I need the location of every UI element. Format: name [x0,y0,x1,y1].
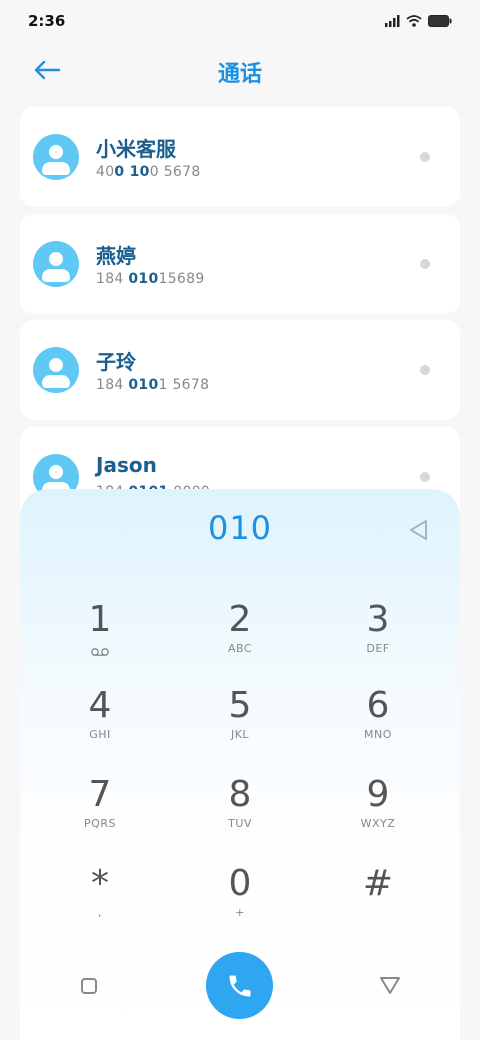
dial-display: 010 [207,509,273,547]
key-digit: 9 [366,774,390,815]
key-digit: 0 [228,863,252,904]
key-4[interactable]: 4 GHI [40,685,160,759]
key-letters: PQRS [84,817,116,830]
key-2[interactable]: 2 ABC [180,599,300,673]
key-letters: , [98,906,102,919]
collapse-dialpad-button[interactable] [378,974,402,996]
contact-number: 184 0101 5678 [96,377,210,393]
key-7[interactable]: 7 PQRS [40,774,160,848]
key-digit: 7 [88,774,112,815]
key-digit: 2 [228,599,252,640]
more-dot-icon[interactable] [420,365,430,375]
key-5[interactable]: 5 JKL [180,685,300,759]
contact-name: 子玲 [96,350,136,374]
key-letters: MNO [364,728,392,741]
key-digit: 4 [88,685,112,726]
header: 通话 [0,46,480,94]
battery-icon [428,15,452,27]
key-9[interactable]: 9 WXYZ [318,774,438,848]
key-letters: ABC [227,642,253,655]
key-letters: DEF [366,642,390,655]
contact-name: Jason [96,453,157,477]
backspace-icon [410,520,427,540]
avatar-icon [33,241,79,287]
square-icon [81,978,97,994]
key-6[interactable]: 6 MNO [318,685,438,759]
key-star[interactable]: * , [40,863,160,937]
key-letters: JKL [230,728,250,741]
dialpad: 010 1 2 ABC 3 DEF 4 GHI 5 JKL 6 MNO 7 PQ… [20,489,460,1040]
phone-icon [229,975,250,996]
key-digit: * [91,863,109,904]
more-dot-icon[interactable] [420,259,430,269]
contact-number: 184 01015689 [96,271,205,287]
key-digit: 6 [366,685,390,726]
key-letters: TUV [228,817,252,830]
key-1[interactable]: 1 [40,599,160,673]
key-digit: 5 [228,685,252,726]
key-8[interactable]: 8 TUV [180,774,300,848]
key-hash[interactable]: # [318,863,438,937]
contact-name: 燕婷 [96,244,136,268]
square-nav-button[interactable] [78,975,100,997]
signal-icon [385,15,400,27]
key-digit: # [362,863,394,904]
avatar-icon [33,347,79,393]
more-dot-icon[interactable] [420,472,430,482]
key-3[interactable]: 3 DEF [318,599,438,673]
avatar-icon [33,134,79,180]
contact-item[interactable]: 小米客服 400 100 5678 [20,107,460,207]
contact-name: 小米客服 [96,137,176,161]
contact-number: 400 100 5678 [96,164,201,180]
key-letters: WXYZ [360,817,396,830]
key-letters: GHI [89,728,111,741]
contact-item[interactable]: 燕婷 184 01015689 [20,214,460,314]
status-time: 2:36 [28,12,66,30]
wifi-icon [406,15,422,27]
status-bar: 2:36 [0,0,480,42]
contact-item[interactable]: 子玲 184 0101 5678 [20,320,460,420]
call-button[interactable] [206,952,273,1019]
key-digit: 1 [88,599,112,640]
page-title: 通话 [217,62,262,87]
key-letters: + [235,906,245,919]
triangle-down-icon [380,977,400,994]
voicemail-icon [40,643,160,657]
key-digit: 8 [228,774,252,815]
key-digit: 3 [366,599,390,640]
key-0[interactable]: 0 + [180,863,300,937]
delete-button[interactable] [406,517,432,543]
status-icons [385,15,452,27]
more-dot-icon[interactable] [420,152,430,162]
